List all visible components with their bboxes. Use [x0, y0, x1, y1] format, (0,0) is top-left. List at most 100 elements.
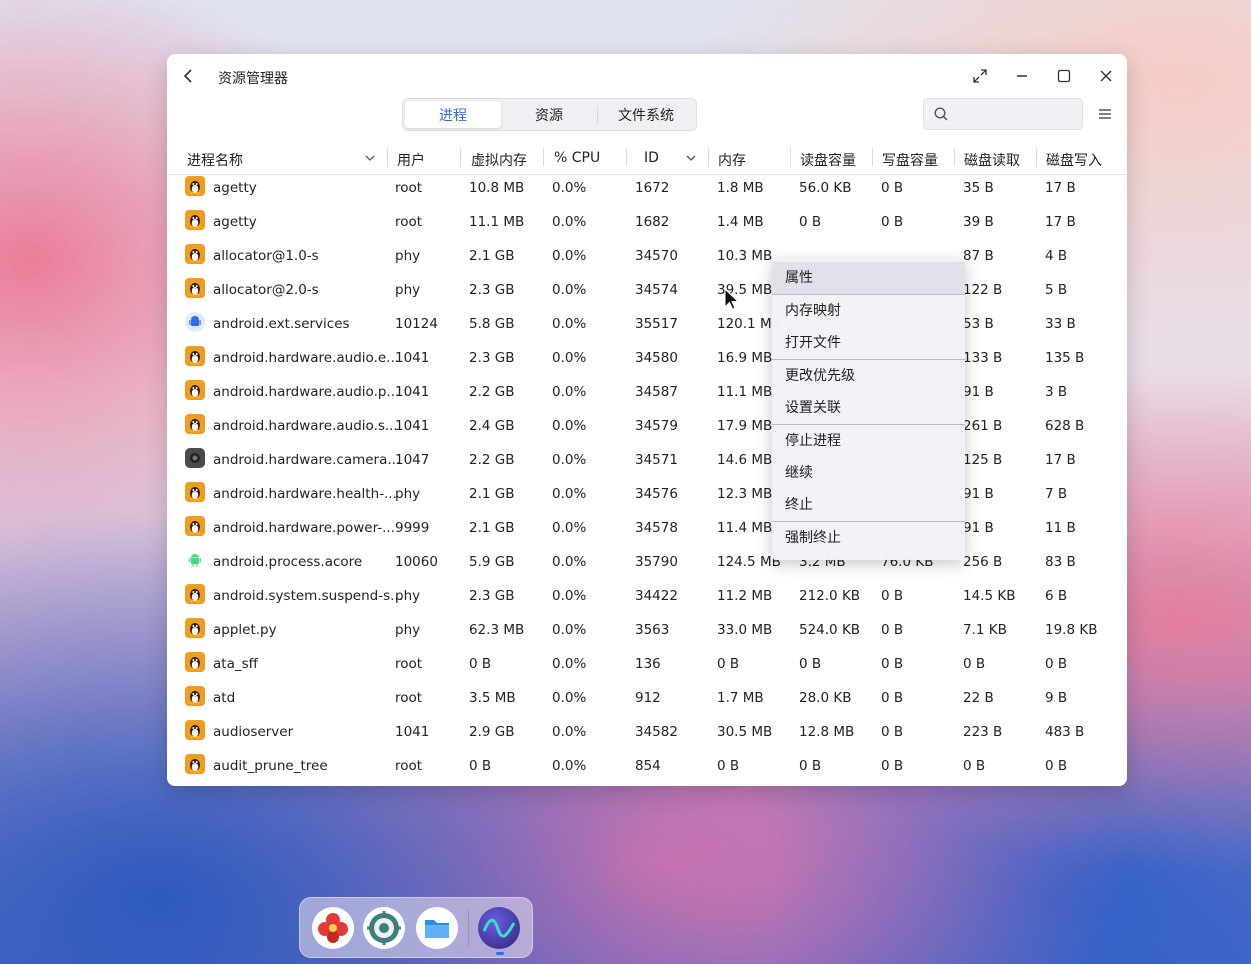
cell-dread: 35 B [963, 180, 994, 196]
cell-cpu: 0.0% [552, 418, 587, 434]
table-row[interactable]: atd root 3.5 MB 0.0% 912 1.7 MB 28.0 KB 0 B 22 B… [167, 681, 1127, 715]
cell-read: 0 B [799, 214, 822, 230]
cell-vmem: 5.9 GB [469, 554, 515, 570]
menu-item-properties[interactable]: 属性 [772, 262, 965, 294]
cell-dread: 53 B [963, 316, 994, 332]
table-row[interactable]: agetty root 11.1 MB 0.0% 1682 1.4 MB 0 B 0 B 39 … [167, 205, 1127, 239]
cell-dread: 14.5 KB [963, 588, 1016, 604]
cell-write: 0 B [881, 214, 904, 230]
table-row[interactable]: agetty root 10.8 MB 0.0% 1672 1.8 MB 56.0 KB 0 … [167, 171, 1127, 205]
cell-read: 12.8 MB [799, 724, 855, 740]
column-header-vmem[interactable]: 虚拟内存 [471, 150, 527, 170]
back-button[interactable] [177, 64, 201, 88]
menu-item-set-affinity[interactable]: 设置关联 [772, 392, 965, 424]
table-row[interactable]: android.hardware.audio.p... 1041 2.2 GB 0.0… [167, 375, 1127, 409]
menu-item-force-kill[interactable]: 强制终止 [772, 522, 965, 554]
cell-id: 34579 [635, 418, 678, 434]
column-header-disk-read[interactable]: 磁盘读取 [964, 150, 1020, 170]
table-row[interactable]: allocator@1.0-s phy 2.1 GB 0.0% 34570 10.3 MB… [167, 239, 1127, 273]
cell-vmem: 2.4 GB [469, 418, 515, 434]
table-row[interactable]: applet.py phy 62.3 MB 0.0% 3563 33.0 MB 524.0 … [167, 613, 1127, 647]
expand-icon [973, 69, 987, 83]
dock-app-files[interactable] [416, 907, 458, 949]
cell-user: 1041 [395, 724, 430, 740]
menu-item-memory-map[interactable]: 内存映射 [772, 295, 965, 327]
cell-vmem: 3.5 MB [469, 690, 516, 706]
minimize-button[interactable] [1010, 64, 1034, 88]
column-header-write-total[interactable]: 写盘容量 [882, 150, 938, 170]
cell-user: phy [395, 486, 421, 502]
table-row[interactable]: android.hardware.health-... phy 2.1 GB 0.0%… [167, 477, 1127, 511]
cell-name: atd [213, 690, 236, 706]
main-menu-button[interactable] [1093, 102, 1117, 126]
table-row[interactable]: audit_prune_tree root 0 B 0.0% 854 0 B 0 B 0 B 0… [167, 749, 1127, 783]
tab-processes[interactable]: 进程 [405, 101, 501, 128]
column-header-memory[interactable]: 内存 [718, 150, 746, 170]
search-input[interactable] [954, 103, 1074, 125]
table-row[interactable]: android.system.suspend-s... phy 2.3 GB 0.0%… [167, 579, 1127, 613]
column-divider[interactable] [543, 148, 544, 166]
table-row[interactable]: android.hardware.audio.s... 1041 2.4 GB 0.0… [167, 409, 1127, 443]
table-row[interactable]: allocator@2.0-s phy 2.3 GB 0.0% 34574 39.5 MB… [167, 273, 1127, 307]
dock-app-settings[interactable] [363, 907, 405, 949]
menu-item-stop-process[interactable]: 停止进程 [772, 425, 965, 457]
active-app-indicator [496, 952, 504, 955]
context-menu: 属性 内存映射 打开文件 更改优先级 设置关联 停止进程 继续 终止 强制终止 [772, 259, 965, 560]
menu-item-terminate[interactable]: 终止 [772, 489, 965, 521]
table-row[interactable]: ata_sff root 0 B 0.0% 136 0 B 0 B 0 B 0 B 0 B [167, 647, 1127, 681]
menu-item-continue[interactable]: 继续 [772, 457, 965, 489]
maximize-button[interactable] [1052, 64, 1076, 88]
cell-mem: 0 B [717, 656, 740, 672]
column-divider[interactable] [1036, 148, 1037, 166]
column-divider[interactable] [387, 148, 388, 166]
dock-app-system-monitor[interactable] [478, 907, 520, 949]
view-tabs: 进程 资源 文件系统 [402, 98, 697, 131]
chevron-down-icon[interactable] [685, 152, 697, 164]
cell-user: 1047 [395, 452, 430, 468]
cell-vmem: 11.1 MB [469, 214, 525, 230]
column-divider[interactable] [460, 148, 461, 166]
column-header-read-total[interactable]: 读盘容量 [800, 150, 856, 170]
cell-dread: 39 B [963, 214, 994, 230]
column-divider[interactable] [790, 148, 791, 166]
table-row[interactable]: android.hardware.audio.e... 1041 2.3 GB 0.0… [167, 341, 1127, 375]
cell-cpu: 0.0% [552, 486, 587, 502]
tab-resources[interactable]: 资源 [501, 101, 597, 128]
cell-write: 0 B [881, 656, 904, 672]
cell-cpu: 0.0% [552, 316, 587, 332]
table-row[interactable]: android.process.acore 10060 5.9 GB 0.0% 3579… [167, 545, 1127, 579]
android-service-icon [185, 312, 205, 332]
linux-tux-icon [185, 618, 205, 638]
table-row[interactable]: android.hardware.power-... 9999 2.1 GB 0.0%… [167, 511, 1127, 545]
cell-user: 10124 [395, 316, 438, 332]
table-row[interactable]: android.hardware.camera... 1047 2.2 GB 0.0%… [167, 443, 1127, 477]
column-header-name[interactable]: 进程名称 [187, 150, 243, 170]
cell-dwrite: 135 B [1045, 350, 1085, 366]
table-row[interactable]: audioserver 1041 2.9 GB 0.0% 34582 30.5 MB 12.… [167, 715, 1127, 749]
cell-vmem: 0 B [469, 758, 492, 774]
column-divider[interactable] [626, 148, 627, 166]
dock-divider [468, 910, 469, 946]
search-box[interactable] [923, 98, 1083, 130]
close-button[interactable] [1094, 64, 1118, 88]
column-header-id[interactable]: ID [644, 150, 659, 166]
tab-filesystem[interactable]: 文件系统 [598, 101, 694, 128]
fullscreen-button[interactable] [968, 64, 992, 88]
column-header-cpu[interactable]: % CPU [554, 150, 600, 166]
column-header-user[interactable]: 用户 [397, 150, 425, 170]
column-divider[interactable] [708, 148, 709, 166]
chevron-down-icon[interactable] [364, 152, 376, 164]
menu-item-change-priority[interactable]: 更改优先级 [772, 360, 965, 392]
linux-tux-icon [185, 380, 205, 400]
menu-item-open-files[interactable]: 打开文件 [772, 327, 965, 359]
cell-dwrite: 7 B [1045, 486, 1068, 502]
cell-vmem: 2.9 GB [469, 724, 515, 740]
dock-app-flower[interactable] [312, 907, 354, 949]
column-divider[interactable] [954, 148, 955, 166]
cell-user: 1041 [395, 350, 430, 366]
column-header-disk-write[interactable]: 磁盘写入 [1046, 150, 1102, 170]
table-row[interactable]: android.ext.services 10124 5.8 GB 0.0% 35517… [167, 307, 1127, 341]
linux-tux-icon [185, 516, 205, 536]
column-divider[interactable] [872, 148, 873, 166]
cell-user: 10060 [395, 554, 438, 570]
